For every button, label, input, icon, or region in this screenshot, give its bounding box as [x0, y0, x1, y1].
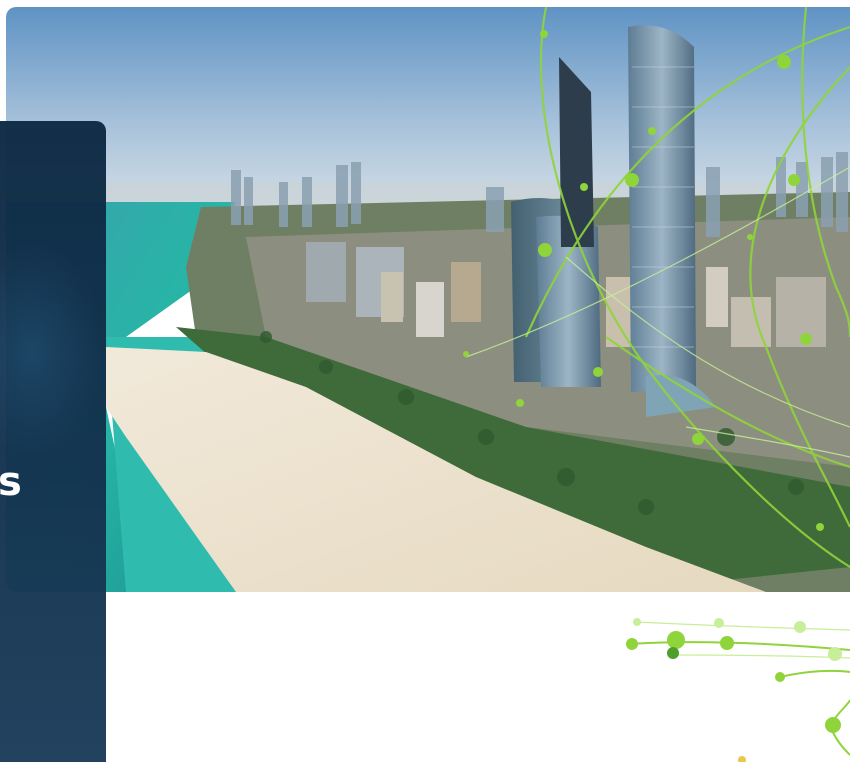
panel-glow — [0, 241, 106, 461]
page: s — [0, 0, 850, 762]
network-decoration — [600, 600, 850, 762]
side-panel — [0, 121, 106, 762]
panel-heading: s — [0, 459, 22, 505]
hero-image — [6, 7, 850, 592]
